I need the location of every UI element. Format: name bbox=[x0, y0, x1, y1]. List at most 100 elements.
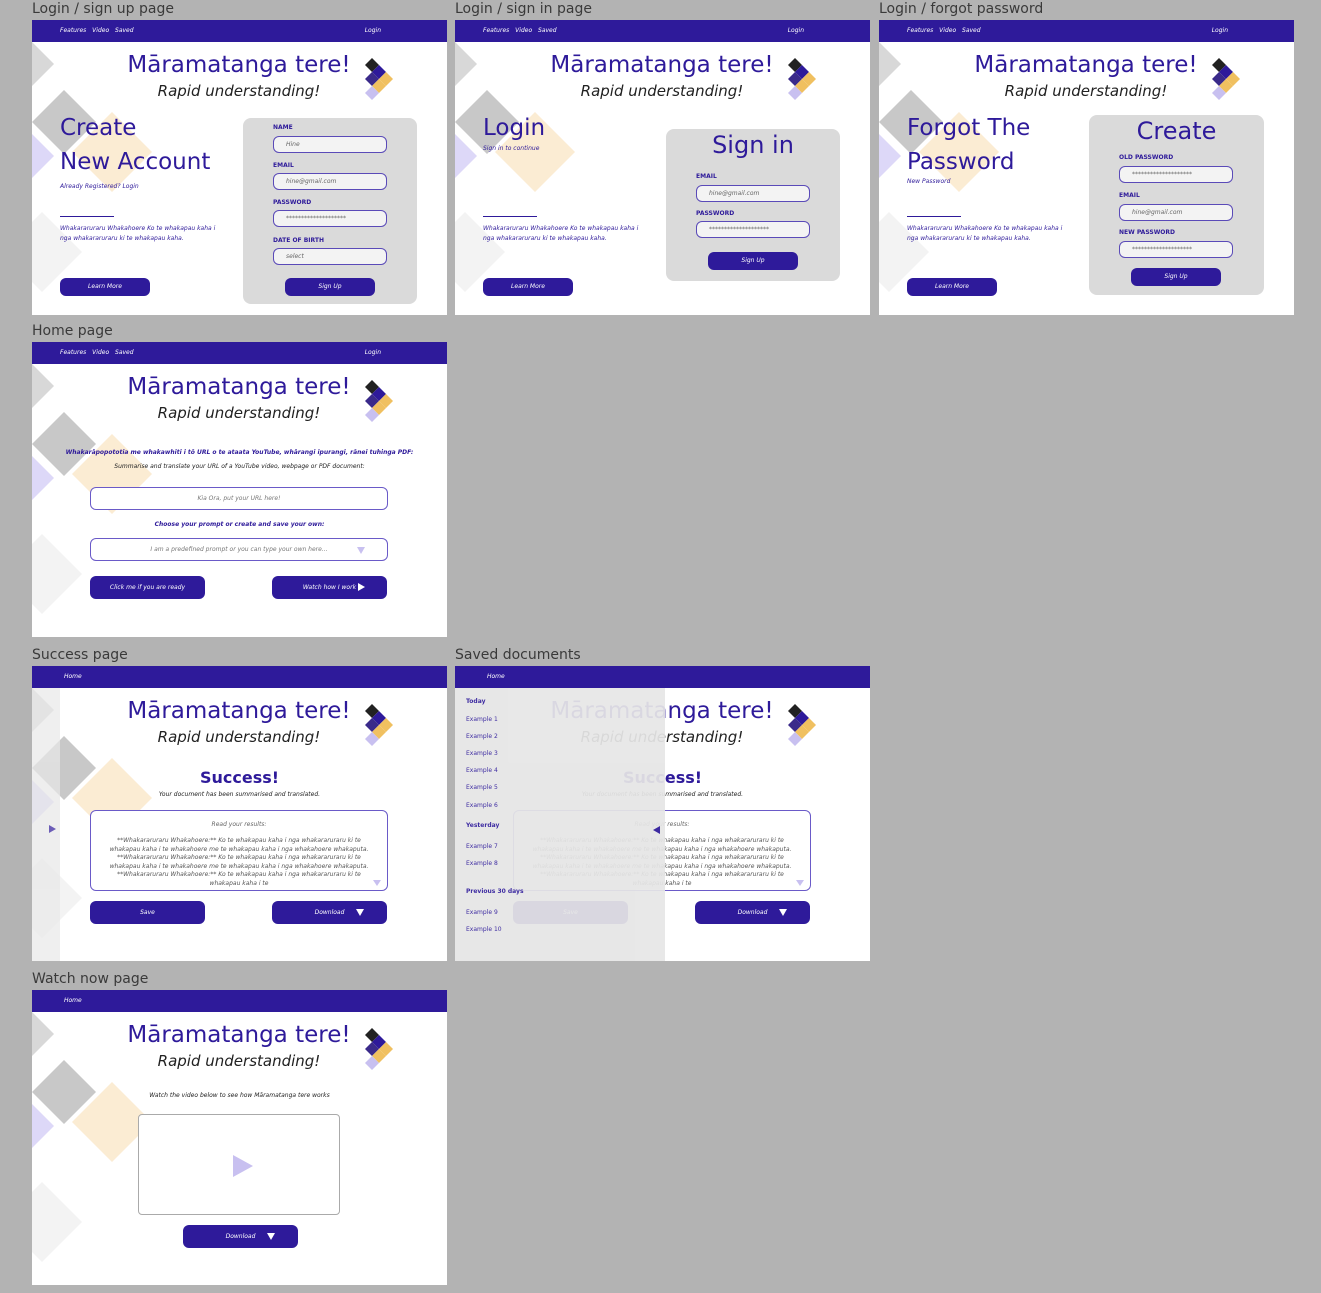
saved-frame: Home Māramatanga tere! Rapid understandi… bbox=[455, 666, 870, 961]
diamond-logo-icon bbox=[365, 704, 393, 746]
signup-heading-1: Create bbox=[60, 115, 137, 141]
nav-links[interactable]: Features Video Saved bbox=[60, 27, 134, 34]
forgot-sublink: New Password bbox=[907, 178, 951, 185]
email-label: EMAIL bbox=[273, 162, 294, 169]
signup-heading-2: New Account bbox=[60, 149, 211, 175]
history-item[interactable]: Example 5 bbox=[466, 784, 498, 791]
collapse-arrow-icon[interactable] bbox=[653, 826, 660, 834]
nav-home-link[interactable]: Home bbox=[487, 673, 505, 680]
nav-links[interactable]: Features Video Saved bbox=[60, 349, 134, 356]
brand-subtitle: Rapid understanding! bbox=[157, 1052, 321, 1070]
results-box[interactable]: Read your results: **Whakararuraru Whaka… bbox=[90, 810, 388, 891]
nav-links[interactable]: Features Video Saved bbox=[907, 27, 981, 34]
prompt-select-value: I am a predefined prompt or you can type… bbox=[150, 546, 328, 553]
learn-more-button[interactable]: Learn More bbox=[483, 278, 573, 296]
history-item[interactable]: Example 3 bbox=[466, 750, 498, 757]
password-field[interactable]: ******************** bbox=[696, 221, 810, 238]
success-message: Your document has been summarised and tr… bbox=[158, 791, 321, 798]
download-button-label: Download bbox=[314, 909, 345, 916]
history-item[interactable]: Example 8 bbox=[466, 860, 498, 867]
nav-login-link[interactable]: Login bbox=[365, 349, 381, 356]
success-heading: Success! bbox=[199, 768, 280, 787]
intro-paragraph: Whakararuraru Whakahoere Ko te whakapau … bbox=[907, 225, 1063, 242]
login-link[interactable]: Already Registered? Login bbox=[60, 183, 139, 190]
download-button[interactable]: Download bbox=[183, 1225, 298, 1248]
nav-bar: Home bbox=[455, 666, 870, 688]
nav-bar: Features Video Saved Login bbox=[32, 342, 447, 364]
dob-field[interactable]: select bbox=[273, 248, 387, 265]
choose-prompt-label: Choose your prompt or create and save yo… bbox=[154, 521, 325, 528]
history-item[interactable]: Example 6 bbox=[466, 802, 498, 809]
name-field[interactable]: Hine bbox=[273, 136, 387, 153]
history-item[interactable]: Example 4 bbox=[466, 767, 498, 774]
diamond-logo-icon bbox=[365, 58, 393, 100]
history-item[interactable]: Example 7 bbox=[466, 843, 498, 850]
nav-login-link[interactable]: Login bbox=[1212, 27, 1228, 34]
scroll-down-icon[interactable] bbox=[373, 880, 381, 886]
email-field[interactable]: hine@gmail.com bbox=[273, 173, 387, 190]
home-frame: Features Video Saved Login Māramatanga t… bbox=[32, 342, 447, 637]
sign-up-button[interactable]: Sign Up bbox=[1131, 268, 1221, 286]
brand-subtitle: Rapid understanding! bbox=[1004, 82, 1168, 100]
ready-button[interactable]: Click me if you are ready bbox=[90, 576, 205, 599]
scroll-down-icon[interactable] bbox=[796, 880, 804, 886]
forgot-card-title: Create bbox=[1136, 117, 1217, 145]
intro-paragraph: Whakararuraru Whakahoere Ko te whakapau … bbox=[60, 225, 216, 242]
history-item[interactable]: Example 2 bbox=[466, 733, 498, 740]
watch-button[interactable]: Watch how I work bbox=[272, 576, 387, 599]
signin-frame: Features Video Saved Login Māramatanga t… bbox=[455, 20, 870, 315]
sign-up-button[interactable]: Sign Up bbox=[285, 278, 375, 296]
signup-frame: Features Video Saved Login Māramatanga t… bbox=[32, 20, 447, 315]
forgot-card: Create OLD PASSWORD ********************… bbox=[1089, 115, 1264, 295]
download-button-label: Download bbox=[737, 909, 768, 916]
frame-label-home: Home page bbox=[32, 323, 113, 339]
nav-links[interactable]: Features Video Saved bbox=[483, 27, 557, 34]
email-field[interactable]: hine@gmail.com bbox=[1119, 204, 1233, 221]
brand-subtitle: Rapid understanding! bbox=[157, 82, 321, 100]
results-text: **Whakararuraru Whakahoere:** Ko te whak… bbox=[109, 837, 369, 887]
url-input[interactable]: Kia Ora, put your URL here! bbox=[90, 487, 388, 510]
dropdown-arrow-icon[interactable] bbox=[357, 547, 365, 554]
email-label: EMAIL bbox=[1119, 192, 1140, 199]
nav-home-link[interactable]: Home bbox=[64, 997, 82, 1004]
collapsed-sidebar[interactable] bbox=[32, 688, 60, 961]
signin-sublink: Sign in to continue bbox=[483, 145, 540, 152]
video-player[interactable] bbox=[138, 1114, 340, 1215]
maori-prompt: Whakarāpopototia me whakawhiti i tō URL … bbox=[65, 449, 414, 456]
nav-bar: Features Video Saved Login bbox=[32, 20, 447, 42]
frame-label-signin: Login / sign in page bbox=[455, 1, 592, 17]
brand-title: Māramatanga tere! bbox=[127, 1022, 351, 1048]
name-label: NAME bbox=[273, 124, 293, 131]
old-password-label: OLD PASSWORD bbox=[1119, 154, 1174, 161]
download-arrow-icon bbox=[356, 909, 364, 916]
sign-up-button[interactable]: Sign Up bbox=[708, 252, 798, 270]
history-item[interactable]: Example 1 bbox=[466, 716, 498, 723]
old-password-field[interactable]: ******************** bbox=[1119, 166, 1233, 183]
history-item[interactable]: Example 9 bbox=[466, 909, 498, 916]
history-sidebar: Today Example 1 Example 2 Example 3 Exam… bbox=[455, 688, 665, 961]
download-button[interactable]: Download bbox=[695, 901, 810, 924]
download-button[interactable]: Download bbox=[272, 901, 387, 924]
forgot-heading-1: Forgot The bbox=[907, 115, 1031, 141]
history-item[interactable]: Example 10 bbox=[466, 926, 502, 933]
learn-more-button[interactable]: Learn More bbox=[60, 278, 150, 296]
english-prompt: Summarise and translate your URL of a Yo… bbox=[114, 463, 365, 470]
frame-label-signup: Login / sign up page bbox=[32, 1, 174, 17]
frame-label-saved: Saved documents bbox=[455, 647, 581, 663]
nav-home-link[interactable]: Home bbox=[64, 673, 82, 680]
signup-card: NAME Hine EMAIL hine@gmail.com PASSWORD … bbox=[243, 118, 417, 304]
brand-title: Māramatanga tere! bbox=[550, 52, 774, 78]
brand-subtitle: Rapid understanding! bbox=[157, 404, 321, 422]
expand-sidebar-icon[interactable] bbox=[49, 825, 56, 833]
prompt-select[interactable]: I am a predefined prompt or you can type… bbox=[90, 538, 388, 561]
email-field[interactable]: hine@gmail.com bbox=[696, 185, 810, 202]
new-password-field[interactable]: ******************** bbox=[1119, 241, 1233, 258]
nav-login-link[interactable]: Login bbox=[365, 27, 381, 34]
signin-card-title: Sign in bbox=[712, 131, 794, 159]
save-button[interactable]: Save bbox=[90, 901, 205, 924]
learn-more-button[interactable]: Learn More bbox=[907, 278, 997, 296]
nav-login-link[interactable]: Login bbox=[788, 27, 804, 34]
play-icon[interactable] bbox=[233, 1155, 253, 1177]
password-field[interactable]: ******************** bbox=[273, 210, 387, 227]
signin-card: Sign in EMAIL hine@gmail.com PASSWORD **… bbox=[666, 129, 840, 281]
